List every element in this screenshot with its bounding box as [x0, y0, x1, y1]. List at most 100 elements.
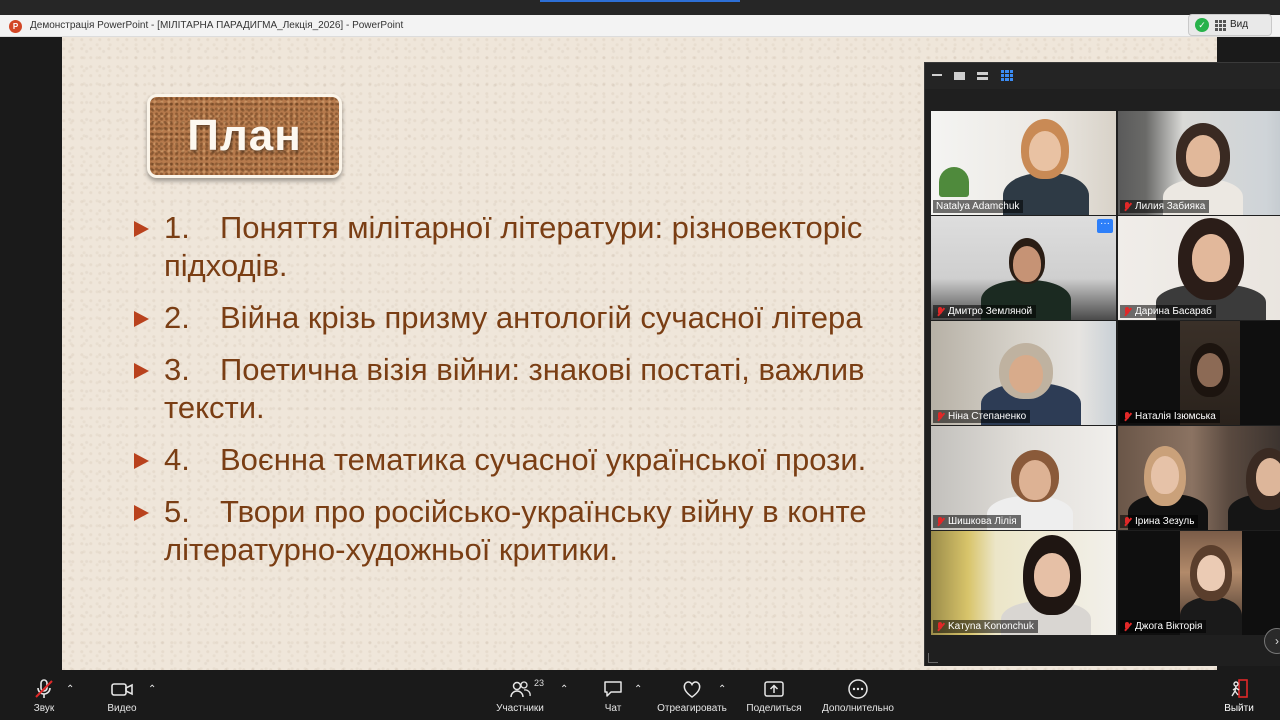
- top-accent-bar: [540, 0, 740, 2]
- participant-name: Natalya Adamchuk: [936, 201, 1020, 212]
- mic-muted-icon: [1123, 516, 1132, 527]
- participant-tile[interactable]: Дарина Басараб: [1118, 216, 1280, 320]
- outline-item-text: Війна крізь призму антологій сучасної лі…: [220, 300, 863, 335]
- mic-muted-icon: [936, 621, 945, 632]
- next-page-arrow-icon[interactable]: ›: [1264, 628, 1280, 654]
- triangle-bullet-icon: [134, 221, 149, 237]
- outline-item-continuation: підходів.: [164, 248, 288, 283]
- video-button-label: Видео: [107, 703, 137, 714]
- participants-button[interactable]: 23 Участники: [492, 678, 548, 714]
- video-camera-icon: [111, 683, 133, 696]
- audio-options-chevron-icon[interactable]: ⌃: [66, 684, 74, 695]
- participant-tile[interactable]: Джога Вікторія: [1118, 531, 1280, 635]
- video-panel-toolbar: [925, 63, 1280, 89]
- chat-bubble-icon: [604, 681, 622, 697]
- participant-name-tag: Дарина Басараб: [1120, 305, 1216, 318]
- outline-item-number: 1.: [164, 210, 190, 245]
- powerpoint-title-bar: P Демонстрація PowerPoint - [МІЛІТАРНА П…: [0, 15, 1280, 37]
- outline-item-text: Воєнна тематика сучасної української про…: [220, 442, 867, 477]
- mic-muted-icon: [936, 411, 945, 422]
- participant-tile[interactable]: Natalya Adamchuk: [931, 111, 1116, 215]
- triangle-bullet-icon: [134, 363, 149, 379]
- participant-name: Kaтуna Kononchuk: [948, 621, 1034, 632]
- triangle-bullet-icon: [134, 453, 149, 469]
- video-gallery-panel: Natalya Adamchuk Лилия Забияка ··· Дмитр…: [924, 62, 1280, 666]
- participant-name-tag: Ірина Зезуль: [1120, 515, 1199, 528]
- share-screen-button[interactable]: Поделиться: [744, 678, 804, 714]
- audio-button[interactable]: Звук: [26, 678, 62, 714]
- screen: P Демонстрація PowerPoint - [МІЛІТАРНА П…: [0, 0, 1280, 720]
- participant-tile[interactable]: Ірина Зезуль: [1118, 426, 1280, 530]
- participant-name-tag: Лилия Забияка: [1120, 200, 1210, 213]
- shield-check-icon: ✓: [1195, 18, 1209, 32]
- react-options-chevron-icon[interactable]: ⌃: [718, 684, 726, 695]
- mic-muted-icon: [1123, 621, 1132, 632]
- participant-name: Ніна Степаненко: [948, 411, 1027, 422]
- leave-meeting-button-label: Выйти: [1224, 703, 1254, 714]
- participant-tile[interactable]: ··· Дмитро Земляной: [931, 216, 1116, 320]
- audio-button-label: Звук: [33, 703, 55, 714]
- video-button[interactable]: Видео: [102, 678, 142, 714]
- leave-meeting-button[interactable]: Выйти: [1222, 678, 1256, 714]
- participant-tile[interactable]: Шишкова Лілія: [931, 426, 1116, 530]
- more-options-button[interactable]: ···: [1097, 219, 1113, 233]
- mic-muted-icon: [1123, 411, 1132, 422]
- participants-options-chevron-icon[interactable]: ⌃: [560, 684, 568, 695]
- triangle-bullet-icon: [134, 505, 149, 521]
- gallery-view-icon[interactable]: [1001, 70, 1013, 81]
- speaker-view-icon[interactable]: [954, 72, 965, 80]
- leave-door-icon: [1231, 679, 1248, 698]
- triangle-bullet-icon: [134, 311, 149, 327]
- participant-name: Ірина Зезуль: [1135, 516, 1195, 527]
- participant-tile[interactable]: Наталія Ізюмська: [1118, 321, 1280, 425]
- chat-options-chevron-icon[interactable]: ⌃: [634, 684, 642, 695]
- participant-name: Шишкова Лілія: [948, 516, 1017, 527]
- outline-item-text: Поетична візія війни: знакові постаті, в…: [220, 352, 865, 387]
- outline-item-text: Поняття мілітарної літератури: різновект…: [220, 210, 863, 245]
- participant-tile[interactable]: Лилия Забияка: [1118, 111, 1280, 215]
- participants-icon: [510, 681, 531, 698]
- view-button-label: Вид: [1230, 19, 1249, 30]
- participant-name: Дмитро Земляной: [948, 306, 1033, 317]
- split-view-icon[interactable]: [977, 72, 988, 80]
- mic-muted-icon: [35, 679, 53, 698]
- participant-name-tag: Ніна Степаненко: [933, 410, 1031, 423]
- window-title: Демонстрація PowerPoint - [МІЛІТАРНА ПАР…: [30, 20, 404, 31]
- participant-name-tag: Natalya Adamchuk: [933, 200, 1024, 213]
- participant-name-tag: Джога Вікторія: [1120, 620, 1207, 633]
- slide-heading-box: План: [147, 94, 342, 178]
- participant-name: Лилия Забияка: [1135, 201, 1206, 212]
- share-screen-icon: [764, 681, 784, 697]
- react-button-label: Отреагировать: [657, 703, 727, 714]
- participant-tile[interactable]: Kaтуna Kononchuk: [931, 531, 1116, 635]
- outline-item-text: Твори про російсько-українську війну в к…: [220, 494, 867, 529]
- outline-item-number: 2.: [164, 300, 190, 335]
- mic-muted-icon: [1123, 306, 1132, 317]
- participant-tile[interactable]: Ніна Степаненко: [931, 321, 1116, 425]
- participant-name-tag: Дмитро Земляной: [933, 305, 1037, 318]
- more-options-icon: [848, 679, 868, 699]
- outline-item-number: 3.: [164, 352, 190, 387]
- view-button[interactable]: ✓ Вид: [1188, 14, 1272, 36]
- powerpoint-icon: P: [9, 20, 22, 33]
- more-button[interactable]: Дополнительно: [818, 678, 898, 714]
- participant-name-tag: Наталія Ізюмська: [1120, 410, 1220, 423]
- meeting-controls-toolbar: Звук ⌃ Видео ⌃ 23 Участники ⌃ Чат ⌃ Отре…: [0, 672, 1280, 720]
- chat-button[interactable]: Чат: [598, 678, 628, 714]
- grid-view-icon: [1215, 20, 1226, 31]
- minimize-icon[interactable]: [932, 74, 942, 76]
- participants-button-label: Участники: [496, 703, 544, 714]
- outline-item-continuation: літературно-художньої критики.: [164, 532, 619, 567]
- mic-muted-icon: [936, 306, 945, 317]
- participant-name: Джога Вікторія: [1135, 621, 1203, 632]
- participant-name-tag: Шишкова Лілія: [933, 515, 1021, 528]
- slide-heading: План: [187, 111, 302, 160]
- heart-icon: [683, 681, 701, 698]
- video-options-chevron-icon[interactable]: ⌃: [148, 684, 156, 695]
- mic-muted-icon: [936, 516, 945, 527]
- mic-muted-icon: [1123, 201, 1132, 212]
- outline-item-number: 5.: [164, 494, 190, 529]
- top-edge: [0, 0, 1280, 15]
- resize-handle-icon[interactable]: [928, 653, 938, 663]
- share-screen-button-label: Поделиться: [746, 703, 802, 714]
